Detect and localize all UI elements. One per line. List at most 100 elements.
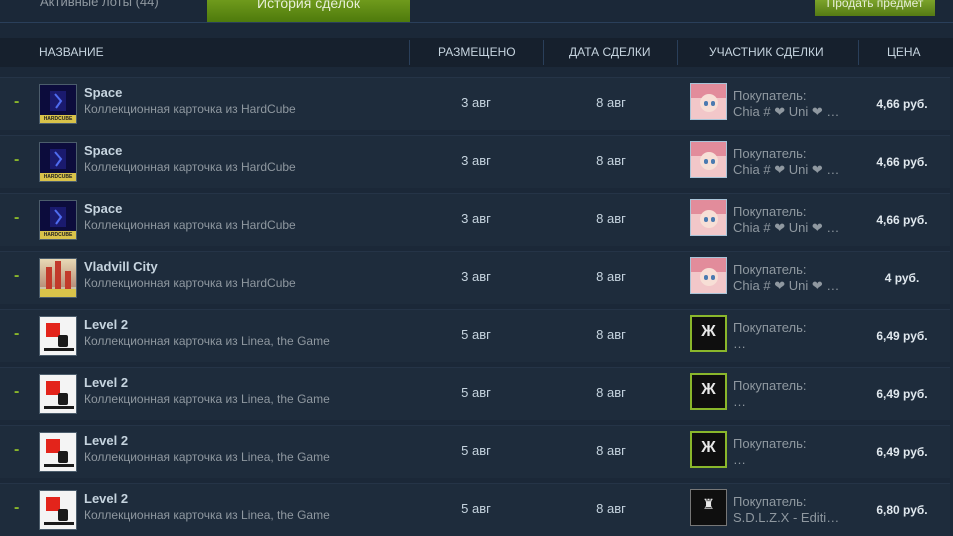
item-thumbnail[interactable]: HARDCUBE xyxy=(39,84,77,124)
table-row[interactable]: - HARDCUBE Space Коллекционная карточка … xyxy=(0,135,950,188)
hardcube-art-icon xyxy=(50,207,66,227)
hardcube-art-icon xyxy=(50,149,66,169)
item-description: Коллекционная карточка из HardCube xyxy=(84,276,296,290)
buyer-avatar[interactable] xyxy=(690,199,727,236)
buyer-avatar[interactable]: Ж xyxy=(690,431,727,468)
status-dash: - xyxy=(14,93,20,110)
buyer-avatar[interactable]: Ж xyxy=(690,315,727,352)
hardcube-band xyxy=(40,289,76,297)
buyer-name[interactable]: Chia # ❤ Uni ❤ … xyxy=(733,220,839,236)
status-dash: - xyxy=(14,151,20,168)
linea-bar xyxy=(44,522,74,525)
deal-date: 8 авг xyxy=(596,501,626,516)
placed-date: 3 авг xyxy=(461,269,491,284)
city-building xyxy=(55,261,61,289)
item-name[interactable]: Space xyxy=(84,201,122,216)
header-participant: УЧАСТНИК СДЕЛКИ xyxy=(709,45,824,59)
placed-date: 5 авг xyxy=(461,501,491,516)
item-name[interactable]: Level 2 xyxy=(84,317,128,332)
table-row[interactable]: - Level 2 Коллекционная карточка из Line… xyxy=(0,425,950,478)
buyer-name[interactable]: … xyxy=(733,336,746,351)
item-thumbnail[interactable] xyxy=(39,490,77,530)
buyer-avatar[interactable] xyxy=(690,257,727,294)
buyer-name[interactable]: Chia # ❤ Uni ❤ … xyxy=(733,104,839,120)
table-row[interactable]: - HARDCUBE Space Коллекционная карточка … xyxy=(0,193,950,246)
hardcube-logo: HARDCUBE xyxy=(43,116,73,122)
price: 4 руб. xyxy=(884,271,920,285)
buyer-avatar[interactable]: Ж xyxy=(690,373,727,410)
buyer-name[interactable]: … xyxy=(733,452,746,467)
status-dash: - xyxy=(14,325,20,342)
item-name[interactable]: Level 2 xyxy=(84,433,128,448)
deal-date: 8 авг xyxy=(596,443,626,458)
buyer-name[interactable]: … xyxy=(733,394,746,409)
buyer-label: Покупатель: xyxy=(733,262,807,277)
price: 4,66 руб. xyxy=(876,213,928,227)
buyer-label: Покупатель: xyxy=(733,320,807,335)
buyer-label: Покупатель: xyxy=(733,204,807,219)
item-thumbnail[interactable] xyxy=(39,374,77,414)
placed-date: 3 авг xyxy=(461,153,491,168)
linea-bar xyxy=(44,464,74,467)
linea-bar xyxy=(44,406,74,409)
placed-date: 3 авг xyxy=(461,211,491,226)
header-separator xyxy=(409,40,410,65)
deal-date: 8 авг xyxy=(596,327,626,342)
city-building xyxy=(46,267,52,289)
table-header: НАЗВАНИЕ РАЗМЕЩЕНО ДАТА СДЕЛКИ УЧАСТНИК … xyxy=(0,38,953,67)
buyer-label: Покупатель: xyxy=(733,146,807,161)
top-bar: Активные лоты (44) История сделок Продат… xyxy=(0,0,953,22)
buyer-avatar[interactable]: ♜ xyxy=(690,489,727,526)
header-separator xyxy=(543,40,544,65)
hardcube-logo: HARDCUBE xyxy=(43,232,73,238)
linea-black-shape xyxy=(58,451,68,463)
buyer-name[interactable]: Chia # ❤ Uni ❤ … xyxy=(733,278,839,294)
item-description: Коллекционная карточка из Linea, the Gam… xyxy=(84,508,330,522)
item-description: Коллекционная карточка из HardCube xyxy=(84,218,296,232)
item-name[interactable]: Level 2 xyxy=(84,491,128,506)
dark-figure-icon: ♜ xyxy=(702,496,715,512)
item-thumbnail[interactable] xyxy=(39,432,77,472)
item-thumbnail[interactable] xyxy=(39,316,77,356)
price: 6,49 руб. xyxy=(876,329,928,343)
buyer-label: Покупатель: xyxy=(733,378,807,393)
table-row[interactable]: - HARDCUBE Space Коллекционная карточка … xyxy=(0,77,950,130)
dark-glyph-icon: Ж xyxy=(701,381,716,398)
placed-date: 5 авг xyxy=(461,385,491,400)
buyer-avatar[interactable] xyxy=(690,141,727,178)
hardcube-art-icon xyxy=(50,91,66,111)
item-thumbnail[interactable]: HARDCUBE xyxy=(39,200,77,240)
header-name: НАЗВАНИЕ xyxy=(39,45,104,59)
deal-date: 8 авг xyxy=(596,95,626,110)
table-row[interactable]: - Level 2 Коллекционная карточка из Line… xyxy=(0,309,950,362)
table-row[interactable]: - Level 2 Коллекционная карточка из Line… xyxy=(0,367,950,420)
item-thumbnail[interactable] xyxy=(39,258,77,298)
deal-date: 8 авг xyxy=(596,269,626,284)
table-row[interactable]: - Vladvill City Коллекционная карточка и… xyxy=(0,251,950,304)
buyer-name[interactable]: S.D.L.Z.X - Editi… xyxy=(733,510,839,525)
status-dash: - xyxy=(14,209,20,226)
buyer-avatar[interactable] xyxy=(690,83,727,120)
buyer-name[interactable]: Chia # ❤ Uni ❤ … xyxy=(733,162,839,178)
sell-item-button[interactable]: Продать предмет xyxy=(815,0,935,16)
table-row[interactable]: - Level 2 Коллекционная карточка из Line… xyxy=(0,483,950,536)
item-description: Коллекционная карточка из Linea, the Gam… xyxy=(84,334,330,348)
tab-active-lots[interactable]: Активные лоты (44) xyxy=(40,0,159,9)
header-separator xyxy=(858,40,859,65)
item-description: Коллекционная карточка из Linea, the Gam… xyxy=(84,392,330,406)
item-name[interactable]: Level 2 xyxy=(84,375,128,390)
item-name[interactable]: Vladvill City xyxy=(84,259,158,274)
status-dash: - xyxy=(14,499,20,516)
deal-date: 8 авг xyxy=(596,211,626,226)
placed-date: 5 авг xyxy=(461,327,491,342)
header-placed: РАЗМЕЩЕНО xyxy=(438,45,516,59)
buyer-label: Покупатель: xyxy=(733,494,807,509)
price: 4,66 руб. xyxy=(876,155,928,169)
placed-date: 3 авг xyxy=(461,95,491,110)
item-thumbnail[interactable]: HARDCUBE xyxy=(39,142,77,182)
tab-history[interactable]: История сделок xyxy=(207,0,410,22)
price: 6,49 руб. xyxy=(876,445,928,459)
item-name[interactable]: Space xyxy=(84,85,122,100)
item-name[interactable]: Space xyxy=(84,143,122,158)
dark-glyph-icon: Ж xyxy=(701,323,716,340)
